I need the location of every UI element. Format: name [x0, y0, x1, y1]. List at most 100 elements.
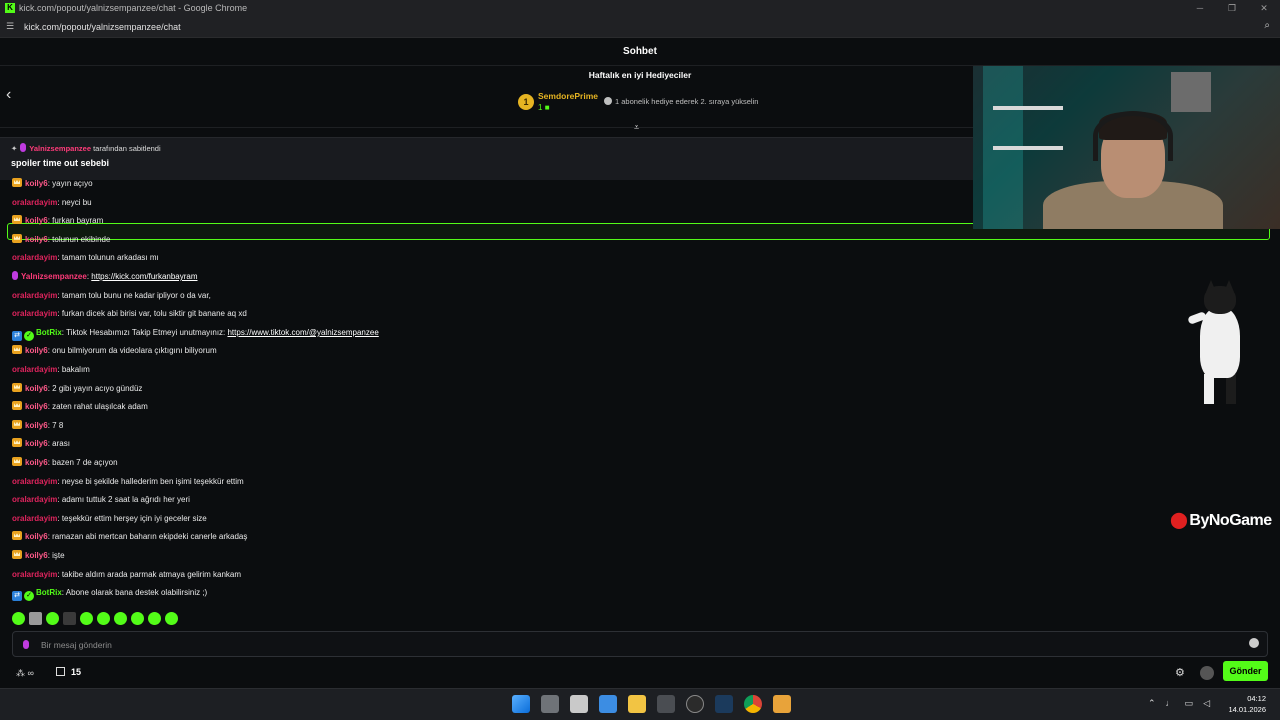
emote-icon[interactable]: [165, 612, 178, 625]
chat-message: oralardayim: neyci bu: [12, 197, 92, 209]
emote-icon[interactable]: [97, 612, 110, 625]
browser-titlebar: K kick.com/popout/yalnizsempanzee/chat -…: [0, 0, 1280, 16]
chat-bottom-bar: ⁂ ∞ 15 ⚙ Gönder: [0, 660, 1280, 686]
chat-page: Sohbet ‹ Haftalık en iyi Hediyeciler 1 S…: [0, 38, 1280, 688]
chat-username[interactable]: BotRix: [36, 328, 62, 337]
chat-message: koily6: ramazan abi mertcan baharın ekip…: [12, 531, 247, 543]
chat-link[interactable]: https://www.tiktok.com/@yalnizsempanzee: [227, 328, 378, 337]
chat-text: zaten rahat ulaşılcak adam: [52, 402, 148, 412]
chat-text: tamam tolunun arkadası mı: [61, 253, 159, 263]
emote-icon[interactable]: [131, 612, 144, 625]
chat-username[interactable]: koily6: [25, 532, 48, 541]
bot-badge-icon: ⇄: [12, 591, 22, 602]
zoom-icon[interactable]: ⌕: [1264, 20, 1270, 31]
chat-username[interactable]: oralardayim: [12, 514, 57, 523]
verified-badge-icon: ✓: [24, 330, 34, 341]
chat-message: Yalnizsempanzee: https://kick.com/furkan…: [12, 271, 198, 283]
emote-icon[interactable]: [148, 612, 161, 625]
chat-username[interactable]: koily6: [25, 216, 48, 225]
close-icon[interactable]: ✕: [1248, 0, 1280, 16]
send-button[interactable]: Gönder: [1223, 661, 1268, 681]
chat-username[interactable]: oralardayim: [12, 477, 57, 486]
media-player-icon[interactable]: [773, 695, 791, 713]
pinned-message[interactable]: ✦ Yalnizsempanzee tarafından sabitlendi s…: [0, 137, 975, 180]
chat-username[interactable]: oralardayim: [12, 198, 57, 207]
chat-message: oralardayim: neyse bi şekilde hallederim…: [12, 476, 244, 488]
crown-badge-icon: [12, 178, 22, 187]
cursor-app-icon[interactable]: [686, 695, 704, 713]
gift-box-icon: [56, 667, 65, 676]
scroll-down-icon[interactable]: ⩡: [634, 122, 639, 133]
extension-icon[interactable]: [1200, 666, 1214, 680]
gifter-name[interactable]: SemdorePrime: [538, 91, 598, 101]
taskbar-clock[interactable]: 04:12 14.01.2026: [1228, 693, 1266, 715]
chat-text: Abone olarak bana destek olabilirsiniz ;…: [65, 588, 208, 598]
chat-username[interactable]: oralardayim: [12, 291, 57, 300]
windows-start-icon[interactable]: [512, 695, 530, 713]
bynogame-watermark: ⬤ ByNoGame: [1170, 510, 1272, 530]
url-text[interactable]: kick.com/popout/yalnizsempanzee/chat: [24, 22, 181, 32]
settings-gear-icon[interactable]: ⚙: [1175, 666, 1185, 679]
notepad-icon[interactable]: [657, 695, 675, 713]
chat-text: 7 8: [52, 420, 64, 430]
dancing-cat-image: [1187, 278, 1250, 406]
emote-icon[interactable]: [12, 612, 25, 625]
emote-icon[interactable]: [80, 612, 93, 625]
chat-username[interactable]: Yalnizsempanzee: [21, 272, 87, 281]
minimize-icon[interactable]: ─: [1184, 0, 1216, 16]
channel-points[interactable]: ⁂ ∞: [16, 668, 34, 679]
steam-icon[interactable]: [715, 695, 733, 713]
chat-username[interactable]: koily6: [25, 384, 48, 393]
crown-badge-icon: [12, 345, 22, 355]
emote-icon[interactable]: [114, 612, 127, 625]
chrome-icon[interactable]: [744, 695, 762, 713]
chevron-up-icon[interactable]: ⌃: [1148, 698, 1156, 709]
chat-username[interactable]: koily6: [25, 402, 48, 411]
gifter-count-value: 1: [538, 103, 543, 112]
chat-username[interactable]: koily6: [25, 179, 48, 188]
mic-badge-icon: [20, 143, 27, 152]
gifter-tip-text: 1 abonelik hediye ederek 2. sıraya yükse…: [615, 97, 759, 106]
chat-text: bakalım: [61, 365, 90, 374]
task-view-icon[interactable]: [541, 695, 559, 713]
chat-username[interactable]: koily6: [25, 439, 48, 448]
message-input-box[interactable]: [12, 631, 1268, 657]
network-icon[interactable]: ▭: [1185, 698, 1194, 709]
chat-link[interactable]: https://kick.com/furkanbayram: [91, 272, 197, 281]
volume-icon[interactable]: ◁: [1203, 698, 1210, 709]
chat-username[interactable]: oralardayim: [12, 570, 57, 579]
store-icon[interactable]: [599, 695, 617, 713]
address-bar[interactable]: ☰ kick.com/popout/yalnizsempanzee/chat ⌕: [0, 16, 1280, 38]
subscriber-count[interactable]: 15: [56, 667, 81, 677]
app-icon[interactable]: [570, 695, 588, 713]
microphone-icon[interactable]: ♩: [1166, 698, 1175, 709]
restore-icon[interactable]: ❐: [1216, 0, 1248, 16]
chat-username[interactable]: oralardayim: [12, 309, 57, 318]
crown-badge-icon: [12, 233, 22, 243]
chat-text: furkan dicek abi birisi var, tolu siktir…: [61, 309, 247, 319]
file-explorer-icon[interactable]: [628, 695, 646, 713]
emoji-picker-icon[interactable]: [1249, 638, 1259, 648]
chat-username[interactable]: oralardayim: [12, 495, 57, 504]
window-controls: ─ ❐ ✕: [1184, 0, 1280, 16]
back-arrow-icon[interactable]: ‹: [6, 86, 11, 104]
chat-message: oralardayim: tamam tolunun arkadası mı: [12, 252, 159, 264]
message-input[interactable]: [41, 636, 1221, 653]
crown-badge-icon: [12, 457, 22, 466]
chat-message: koily6: furkan bayram: [12, 215, 103, 227]
emote-icon[interactable]: [63, 612, 76, 625]
chat-username[interactable]: koily6: [25, 235, 48, 244]
verified-badge-icon: ✓: [24, 591, 34, 602]
chat-username[interactable]: koily6: [25, 458, 48, 467]
chat-message: oralardayim: bakalım: [12, 364, 90, 376]
chat-username[interactable]: koily6: [25, 421, 48, 430]
emote-icon[interactable]: [46, 612, 59, 625]
site-info-icon[interactable]: ☰: [6, 21, 20, 32]
pinned-by-user[interactable]: Yalnizsempanzee: [29, 144, 91, 153]
chat-username[interactable]: koily6: [25, 551, 48, 560]
chat-username[interactable]: koily6: [25, 346, 48, 355]
chat-username[interactable]: oralardayim: [12, 365, 57, 374]
chat-username[interactable]: oralardayim: [12, 253, 57, 262]
chat-username[interactable]: BotRix: [36, 588, 62, 597]
emote-icon[interactable]: [29, 612, 42, 625]
